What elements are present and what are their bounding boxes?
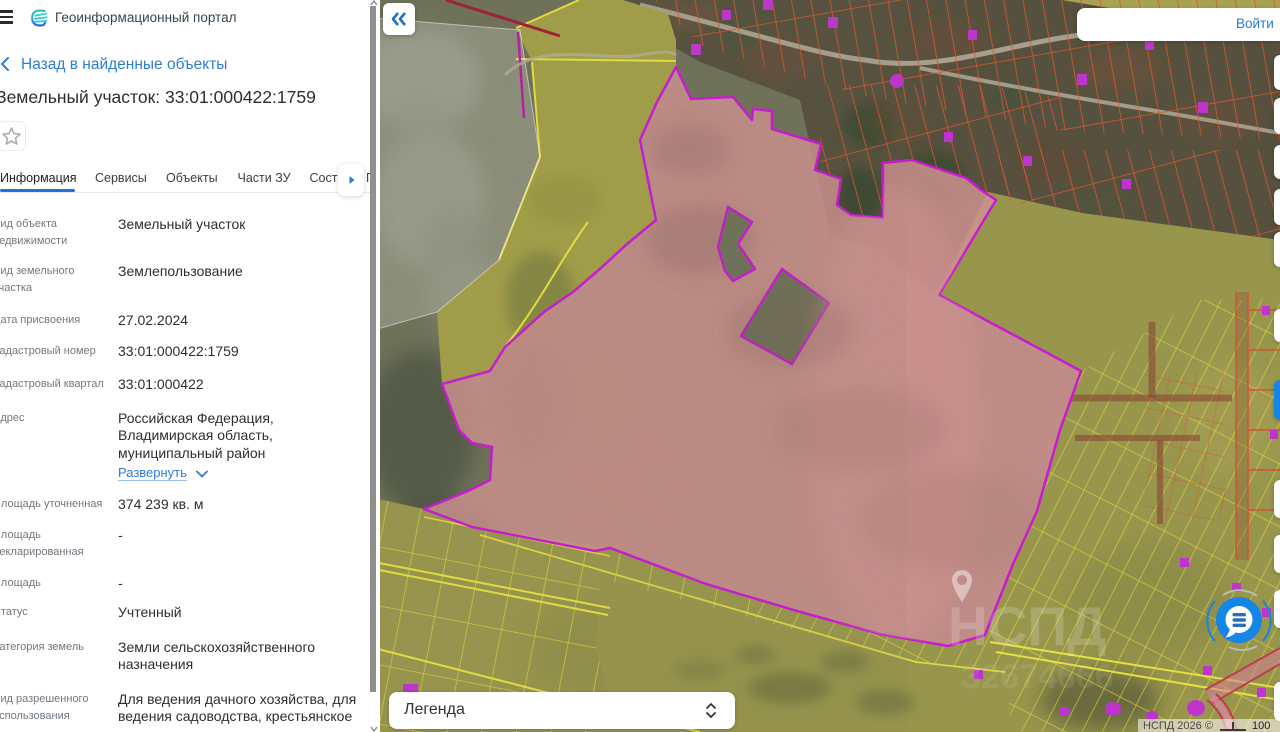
svg-text:З2674666: З2674666 <box>960 658 1114 696</box>
svg-text:НСПД: НСПД <box>948 595 1106 657</box>
